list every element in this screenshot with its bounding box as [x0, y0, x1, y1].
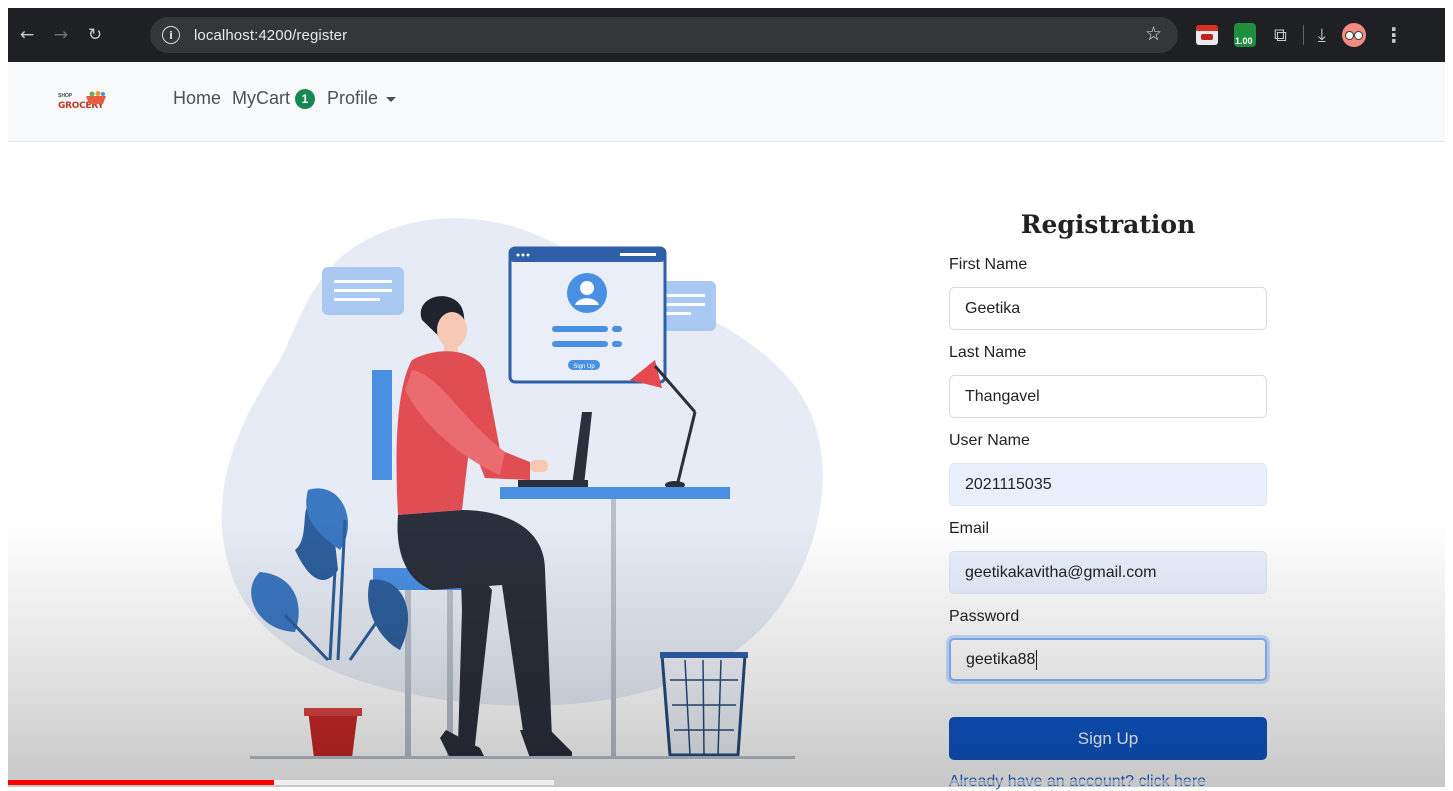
calendar-extension-icon[interactable]: [1196, 25, 1218, 45]
url-text[interactable]: localhost:4200/register: [194, 27, 347, 44]
password-field[interactable]: geetika88: [949, 638, 1267, 681]
password-label: Password: [949, 608, 1020, 625]
floor-line: [250, 756, 795, 759]
address-bar[interactable]: i localhost:4200/register ☆: [150, 17, 1178, 53]
signup-window-icon: Sign Up: [508, 246, 667, 384]
username-value: 2021115035: [965, 475, 1052, 493]
toolbar-divider: [1302, 25, 1304, 45]
chevron-down-icon: [386, 96, 397, 102]
desk-icon: [500, 487, 730, 499]
nav-profile-label: Profile: [327, 88, 379, 109]
nav-home-link[interactable]: Home: [173, 88, 221, 109]
mini-signup-label: Sign Up: [573, 364, 595, 370]
reload-icon[interactable]: ↻: [80, 20, 110, 50]
text-cursor: [1036, 649, 1038, 670]
first-name-value: Geetika: [965, 299, 1021, 317]
last-name-value: Thangavel: [965, 387, 1040, 405]
video-buffer-bar: [273, 780, 554, 785]
video-progress-bar[interactable]: [8, 780, 1445, 785]
forward-arrow-icon[interactable]: →: [46, 20, 76, 50]
sign-up-button[interactable]: Sign Up: [949, 717, 1267, 760]
video-progress-fill: [8, 780, 274, 785]
logo-text-top: SHOP: [58, 93, 73, 99]
download-icon[interactable]: ⤓: [1318, 25, 1326, 46]
grocery-logo[interactable]: SHOP GROCERY: [58, 91, 110, 117]
bookmark-star-icon[interactable]: ☆: [1145, 23, 1162, 45]
basket-icon: [86, 91, 106, 104]
kebab-menu-icon[interactable]: ⋮: [1384, 23, 1404, 47]
app-navbar: SHOP GROCERY Home MyCart 1 Profile: [8, 62, 1445, 142]
form-title: Registration: [1020, 210, 1196, 239]
chair-back-icon: [372, 370, 392, 480]
speed-extension-icon[interactable]: 1.00: [1234, 23, 1256, 47]
puzzle-extensions-icon[interactable]: ⧉: [1274, 25, 1287, 46]
waste-basket-icon: [660, 652, 748, 757]
profile-avatar-icon[interactable]: [1341, 23, 1366, 47]
username-label: User Name: [949, 432, 1030, 449]
registration-illustration: Sign Up: [221, 218, 823, 759]
last-name-label: Last Name: [949, 344, 1027, 361]
site-info-icon[interactable]: i: [162, 26, 180, 44]
chat-bubble-left-icon: [322, 267, 404, 315]
email-field[interactable]: geetikakavitha@gmail.com: [949, 551, 1267, 594]
nav-cart-label: MyCart: [232, 88, 291, 108]
nav-links: Home MyCart 1 Profile: [173, 88, 397, 110]
nav-cart-link[interactable]: MyCart 1: [232, 88, 327, 110]
cart-count-badge: 1: [295, 89, 316, 110]
username-field[interactable]: 2021115035: [949, 463, 1267, 506]
first-name-label: First Name: [949, 256, 1028, 273]
screen: ← → ↻ i localhost:4200/register ☆ 1.00 ⧉…: [0, 0, 1453, 790]
first-name-field[interactable]: Geetika: [949, 287, 1267, 330]
nav-profile-dropdown[interactable]: Profile: [327, 88, 397, 109]
speed-badge: 1.00: [1235, 36, 1253, 46]
extensions-area: 1.00 ⧉ ⤓ ⋮: [1188, 8, 1404, 62]
email-label: Email: [949, 520, 990, 537]
last-name-field[interactable]: Thangavel: [949, 375, 1267, 418]
email-value: geetikakavitha@gmail.com: [965, 563, 1157, 581]
password-value: geetika88: [966, 650, 1036, 668]
browser-toolbar: ← → ↻ i localhost:4200/register ☆ 1.00 ⧉…: [8, 8, 1445, 62]
back-arrow-icon[interactable]: ←: [12, 20, 42, 50]
